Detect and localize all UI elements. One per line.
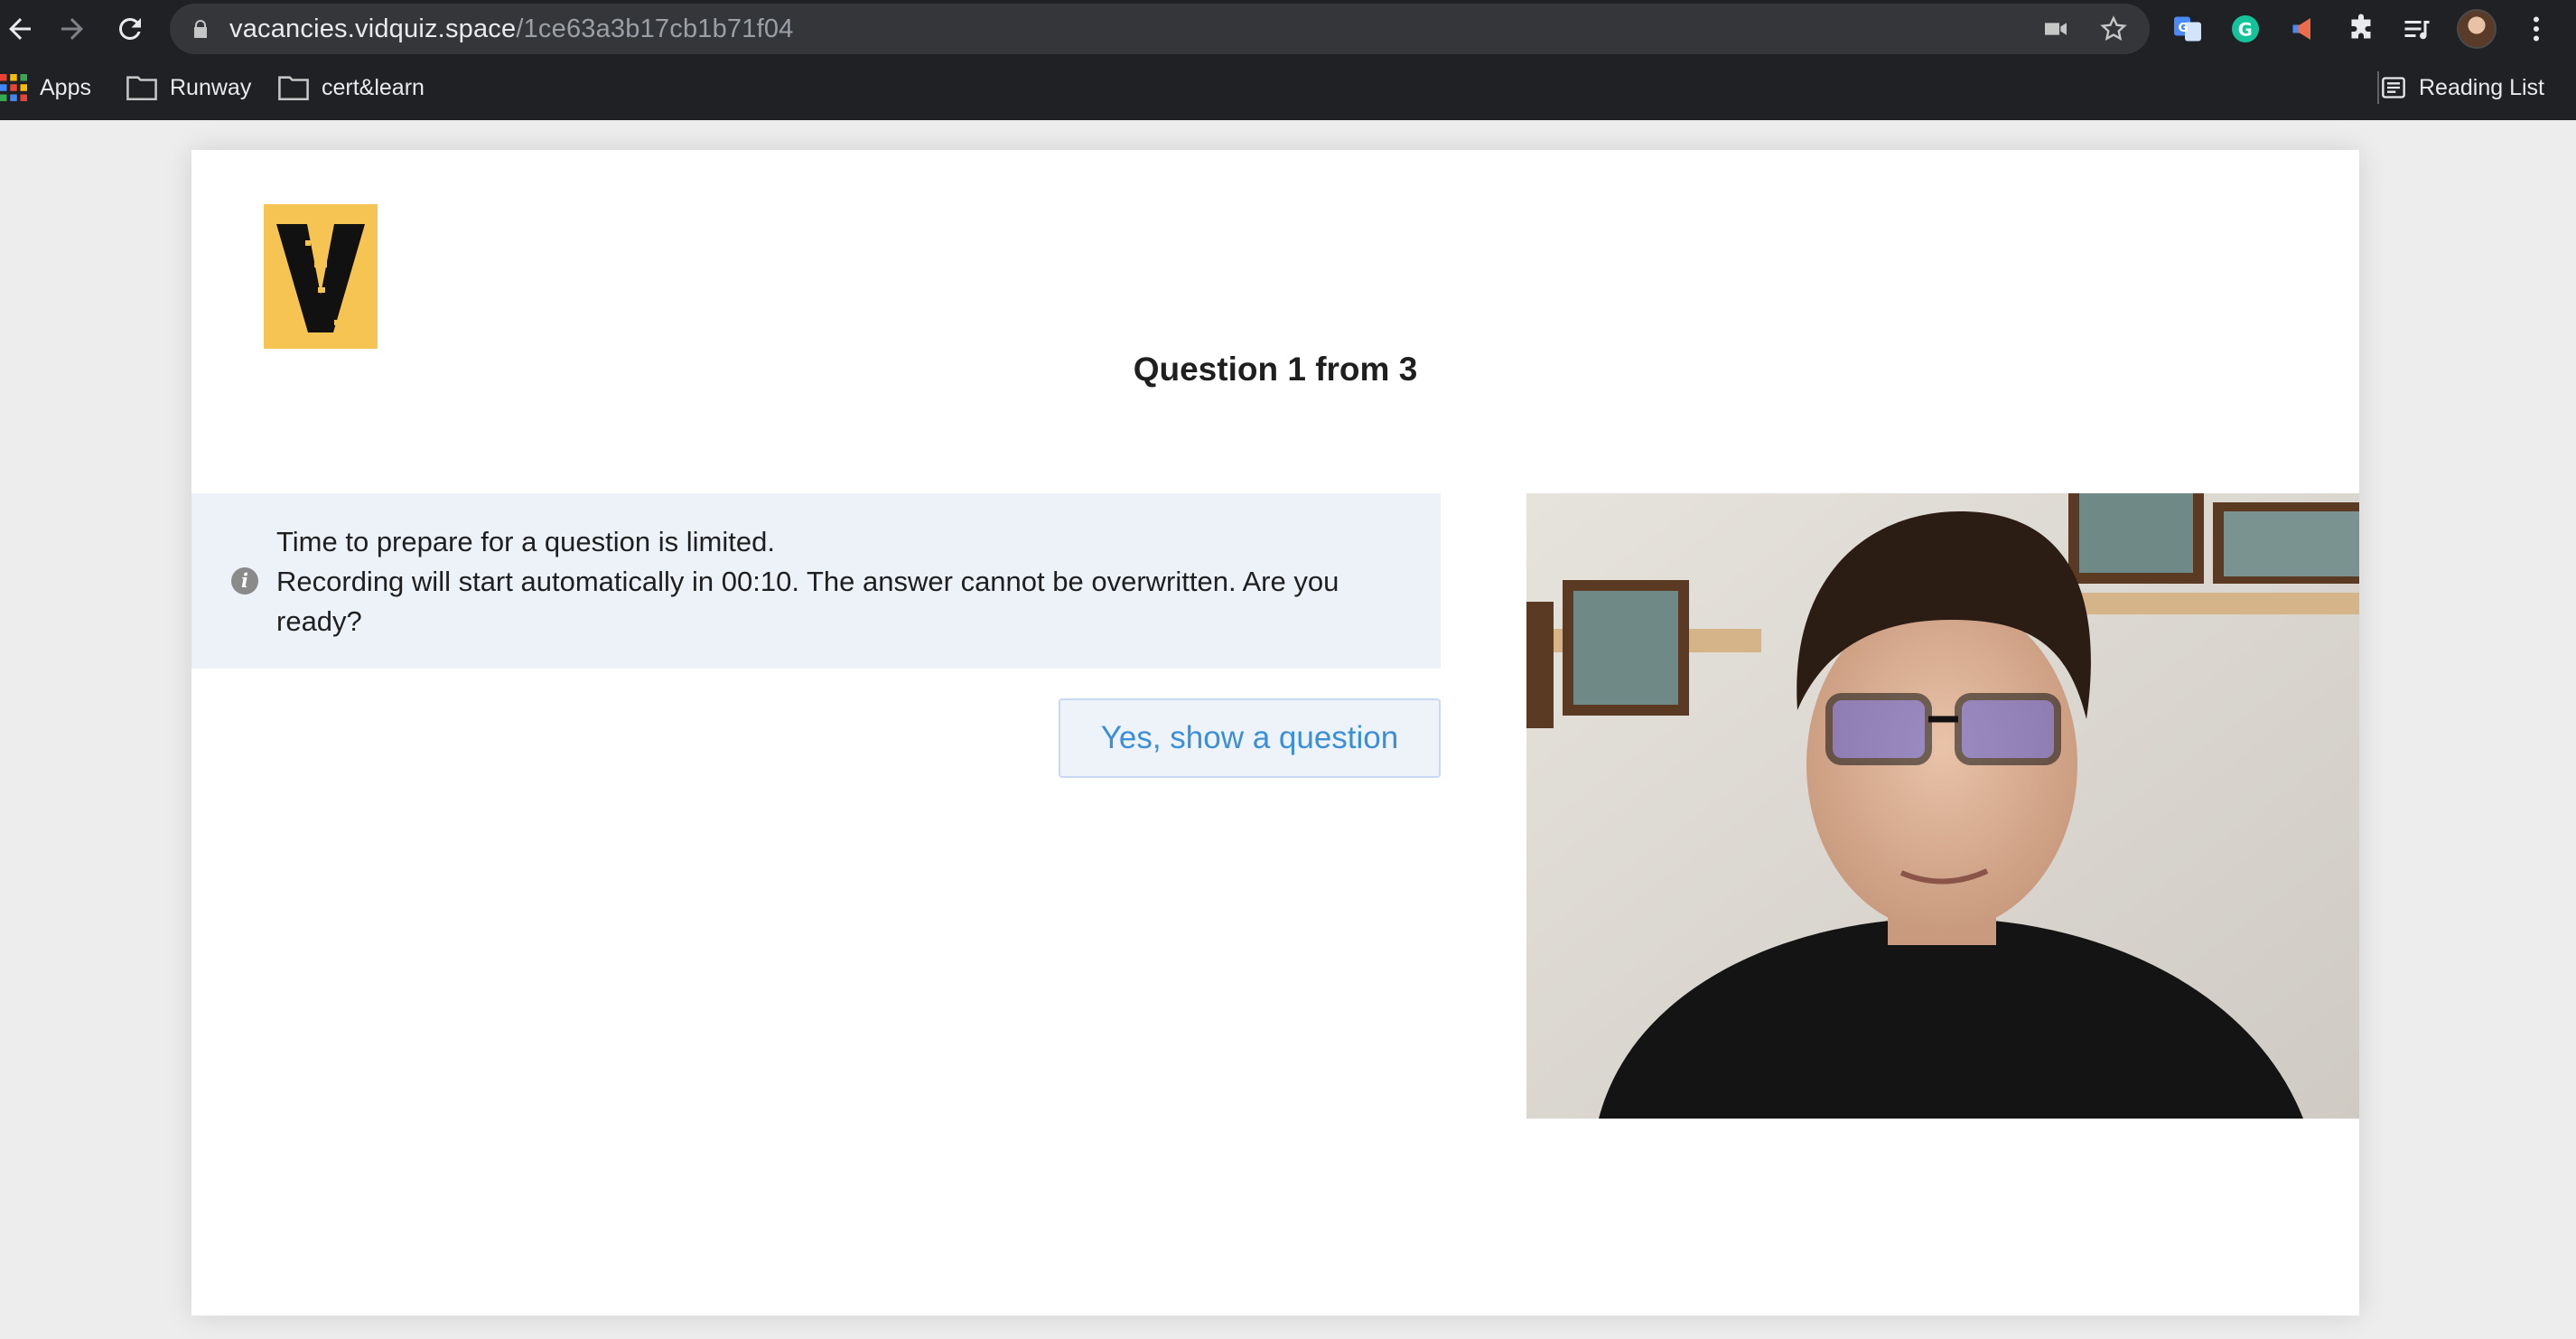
bookmark-cert-learn[interactable]: cert&learn (278, 60, 425, 116)
kebab-menu-icon[interactable] (2520, 13, 2553, 45)
reading-list-divider (2377, 60, 2379, 116)
reading-list-label: Reading List (2419, 74, 2544, 100)
bookmarks-bar: Apps Runway cert&learn Reading List (0, 60, 2576, 116)
profile-avatar[interactable] (2457, 9, 2497, 49)
svg-text:G: G (2238, 20, 2253, 41)
bookmark-apps[interactable]: Apps (0, 60, 91, 116)
info-icon: i (231, 567, 258, 595)
address-bar[interactable]: vacancies.vidquiz.space/1ce63a3b17cb1b71… (170, 4, 2150, 54)
arrow-right-icon (61, 18, 83, 40)
vidquiz-logo-mark (276, 224, 365, 332)
bookmark-apps-label: Apps (40, 74, 91, 100)
browser-chrome: vacancies.vidquiz.space/1ce63a3b17cb1b71… (0, 0, 2576, 120)
folder-icon (278, 76, 309, 101)
webcam-video-feed (1526, 493, 2359, 1119)
notice-text: Time to prepare for a question is limite… (276, 522, 1414, 641)
bookmark-runway-label: Runway (170, 74, 252, 100)
arrow-left-icon (9, 18, 31, 40)
page-viewport: Question 1 from 3 i Time to prepare for … (0, 120, 2576, 1339)
vidquiz-logo (264, 204, 378, 349)
google-translate-extension-icon[interactable]: G (2171, 13, 2204, 45)
browser-toolbar: vacancies.vidquiz.space/1ce63a3b17cb1b71… (0, 0, 2576, 58)
show-question-button[interactable]: Yes, show a question (1059, 698, 1441, 778)
notice-line-1: Time to prepare for a question is limite… (276, 526, 775, 557)
camera-icon[interactable] (2041, 14, 2070, 43)
grammarly-extension-icon[interactable]: G (2229, 13, 2262, 45)
reading-list-button[interactable]: Reading List (2381, 60, 2544, 116)
webcam-preview (1526, 493, 2359, 1119)
apps-grid-icon (0, 74, 27, 101)
url-text: vacancies.vidquiz.space/1ce63a3b17cb1b71… (229, 4, 794, 54)
notice-line-2: Recording will start automatically in 00… (276, 566, 1339, 637)
bookmark-runway[interactable]: Runway (126, 60, 251, 116)
forward-button[interactable] (52, 9, 92, 49)
reload-icon (118, 17, 141, 40)
bookmark-cert-learn-label: cert&learn (322, 74, 425, 100)
url-host: vacancies.vidquiz.space (229, 14, 517, 43)
back-button[interactable] (0, 9, 40, 49)
url-path: /1ce63a3b17cb1b71f04 (516, 14, 794, 43)
star-icon[interactable] (2099, 14, 2128, 43)
reload-button[interactable] (110, 9, 150, 49)
lock-icon (194, 20, 207, 38)
interview-card: Question 1 from 3 i Time to prepare for … (191, 150, 2359, 1316)
megaphone-extension-icon[interactable] (2289, 13, 2321, 45)
svg-text:G: G (2179, 21, 2189, 35)
prep-time-notice: i Time to prepare for a question is limi… (191, 493, 1441, 669)
reading-list-icon (2382, 77, 2405, 98)
folder-icon (126, 76, 157, 101)
extensions-puzzle-icon[interactable] (2345, 13, 2377, 45)
media-queue-icon[interactable] (2401, 13, 2433, 45)
question-counter-title: Question 1 from 3 (1133, 351, 1418, 388)
